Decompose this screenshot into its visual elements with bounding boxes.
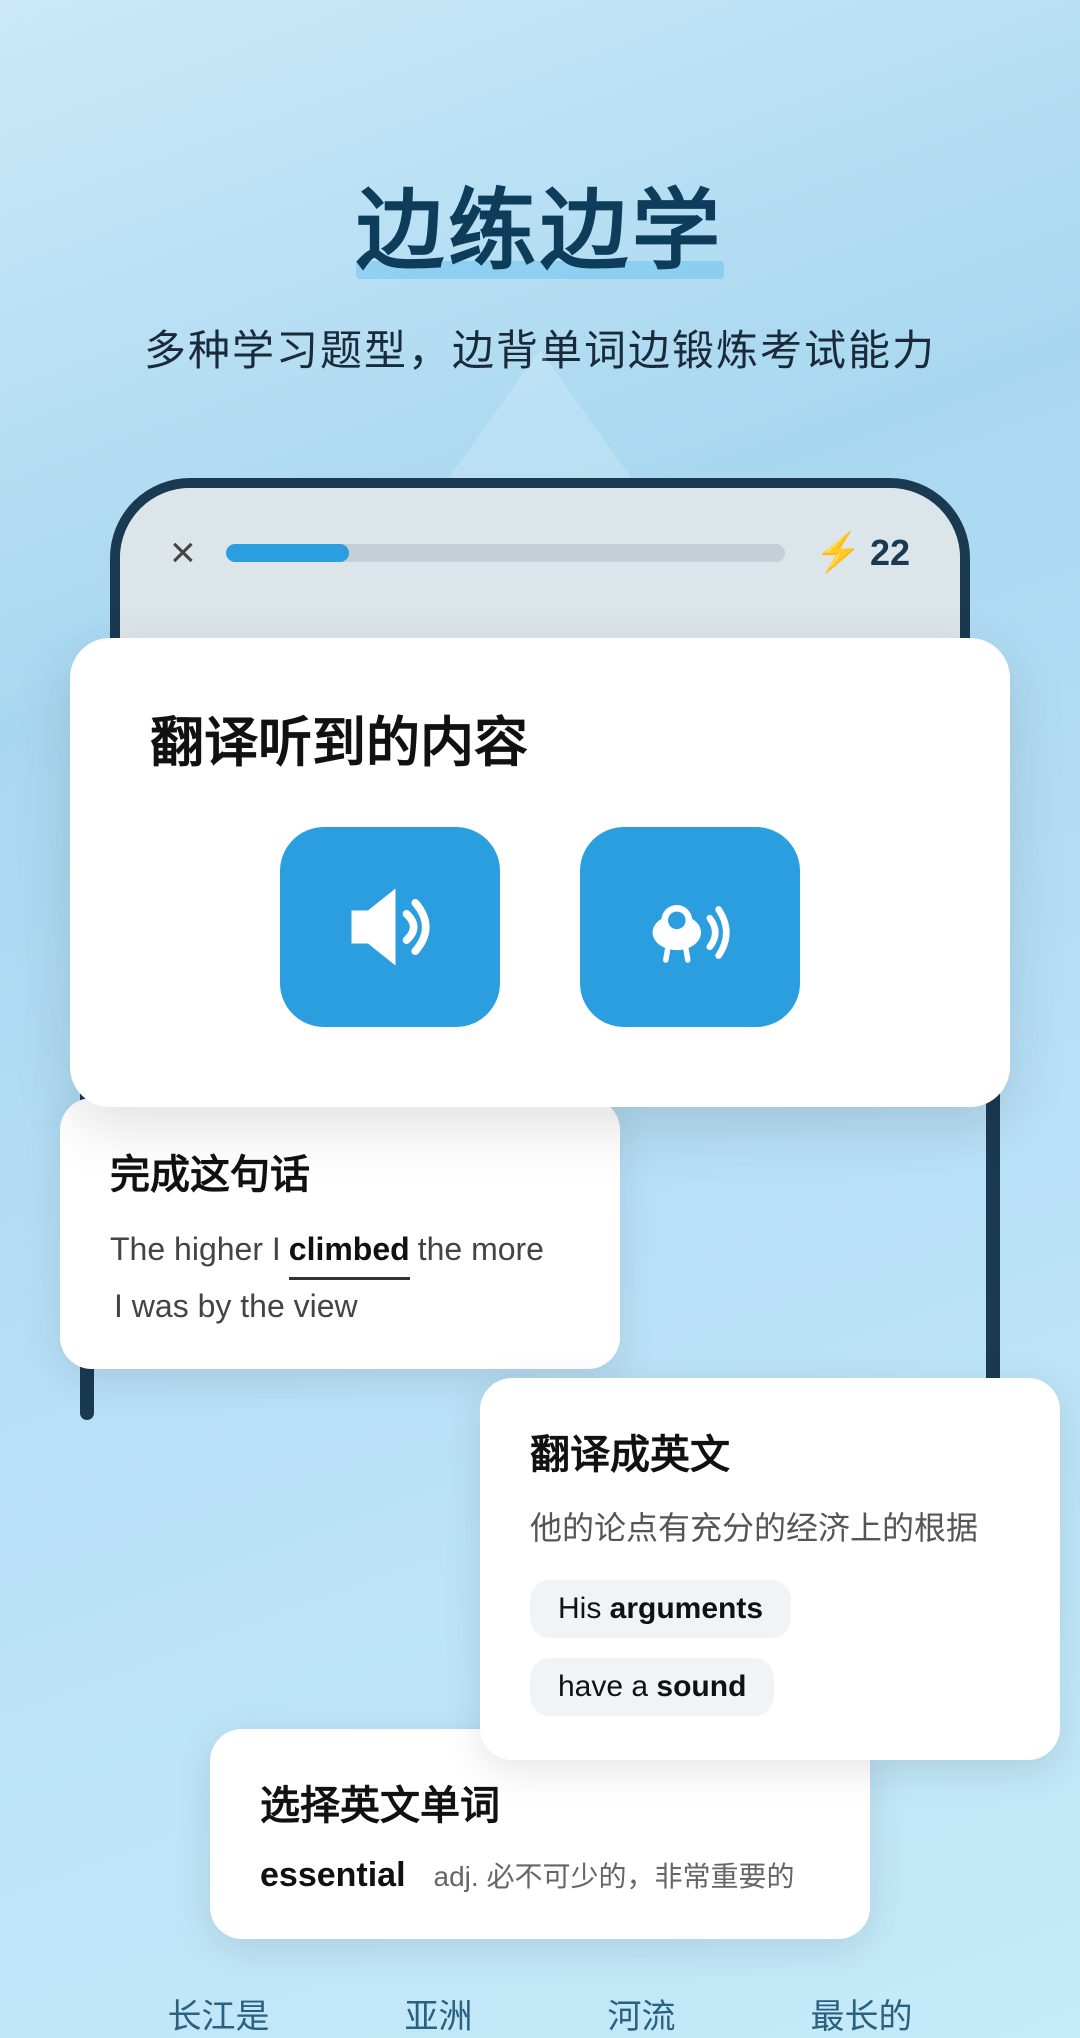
audio-speaker-button[interactable] xyxy=(280,827,500,1027)
main-title: 边练边学 xyxy=(356,160,724,287)
score-value: 22 xyxy=(870,532,910,574)
quiz-card-title: 翻译听到的内容 xyxy=(150,698,930,777)
sentence-line2: I was by the view xyxy=(110,1288,570,1325)
audio-buttons-row xyxy=(150,827,930,1027)
bottom-item-1: 长江是 xyxy=(168,1989,270,2038)
progress-bar xyxy=(226,544,785,562)
chip2-text: have a xyxy=(558,1670,656,1703)
bottom-item-4: 最长的 xyxy=(811,1989,913,2038)
select-word-label: 选择英文单词 xyxy=(260,1773,820,1831)
audio-slow-button[interactable] xyxy=(580,827,800,1027)
select-word-card: 选择英文单词 essential adj. 必不可少的，非常重要的 xyxy=(210,1729,870,1939)
word-def: adj. 必不可少的，非常重要的 xyxy=(434,1855,795,1895)
translate-card-label: 翻译成英文 xyxy=(530,1422,1010,1480)
lightning-icon: ⚡ xyxy=(815,531,862,575)
bottom-item-2: 亚洲 xyxy=(405,1989,473,2038)
sentence-part1: The higher I xyxy=(110,1224,281,1275)
translate-card: 翻译成英文 他的论点有充分的经济上的根据 His arguments have … xyxy=(480,1378,1060,1760)
word-def-row: essential adj. 必不可少的，非常重要的 xyxy=(260,1855,820,1895)
word-chip-1[interactable]: His arguments xyxy=(530,1580,791,1638)
bottom-row: 长江是 亚洲 河流 最长的 xyxy=(40,1959,1040,2038)
bottom-section: 完成这句话 The higher I climbed the more I wa… xyxy=(0,1098,1080,2038)
word-chip-2[interactable]: have a sound xyxy=(530,1658,774,1716)
phone-mockup: × ⚡ 22 翻译听到的内容 xyxy=(110,478,970,1078)
sentence-line: The higher I climbed the more xyxy=(110,1224,570,1280)
complete-sentence-card: 完成这句话 The higher I climbed the more I wa… xyxy=(60,1098,620,1369)
phone-top-bar: × ⚡ 22 xyxy=(170,528,910,578)
sentence-blank: climbed xyxy=(289,1224,410,1280)
slow-speaker-icon xyxy=(635,872,745,982)
close-button[interactable]: × xyxy=(170,528,196,578)
chip2-bold: sound xyxy=(656,1670,746,1703)
speaker-icon xyxy=(335,872,445,982)
word-en: essential xyxy=(260,1856,406,1895)
chip1-text: His xyxy=(558,1592,610,1625)
lightning-score: ⚡ 22 xyxy=(815,531,910,575)
translate-subtitle: 他的论点有充分的经济上的根据 xyxy=(530,1504,1010,1552)
bottom-item-3: 河流 xyxy=(608,1989,676,2038)
complete-sentence-label: 完成这句话 xyxy=(110,1142,570,1200)
chip1-bold: arguments xyxy=(610,1592,763,1625)
main-quiz-card: 翻译听到的内容 xyxy=(70,638,1010,1107)
word-chips-row: His arguments have a sound xyxy=(530,1580,1010,1716)
progress-fill xyxy=(226,544,349,562)
sentence-part2: the more xyxy=(418,1224,544,1275)
